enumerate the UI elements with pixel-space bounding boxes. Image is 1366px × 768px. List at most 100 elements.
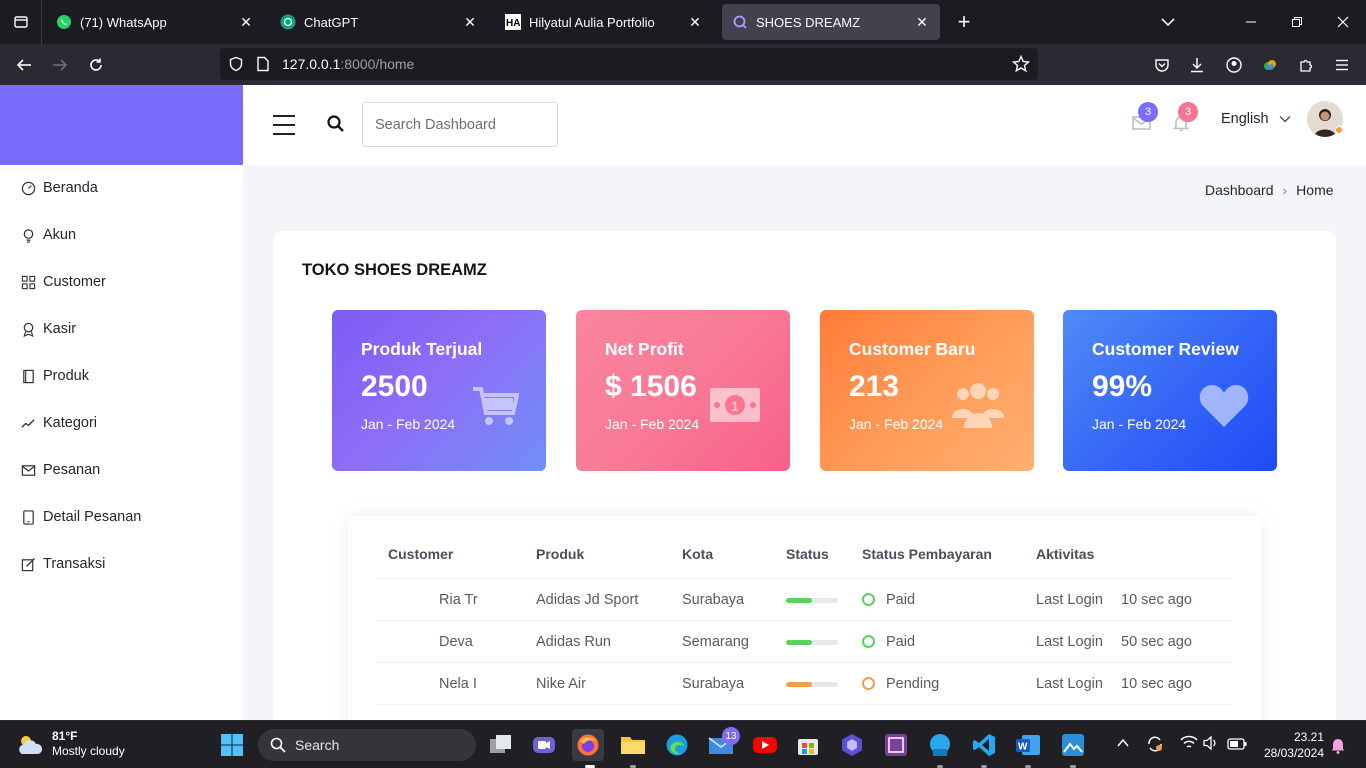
hamburger-menu-icon[interactable] [273, 115, 295, 135]
tab-list-icon [13, 16, 28, 28]
close-window-button[interactable] [1320, 0, 1366, 44]
youtube-app-button[interactable] [749, 729, 781, 761]
system-clock[interactable]: 23.21 28/03/2024 [1258, 729, 1324, 761]
page-title: TOKO SHOES DREAMZ [302, 261, 487, 279]
table-row[interactable]: Ria Tr Adidas Jd Sport Surabaya Paid Las… [376, 578, 1232, 620]
minimize-button[interactable] [1228, 0, 1274, 44]
word-app-button[interactable]: W [1012, 729, 1044, 761]
tab-whatsapp[interactable]: (71) WhatsApp ✕ [46, 4, 264, 40]
app-blue-button[interactable] [924, 729, 956, 761]
downloads-button[interactable] [1182, 50, 1212, 80]
app-purple-button[interactable] [880, 729, 912, 761]
taskbar-search[interactable]: Search [258, 729, 476, 761]
task-view-button[interactable] [485, 729, 517, 761]
table-row-partial[interactable] [376, 704, 1232, 720]
tab-chatgpt[interactable]: ChatGPT ✕ [270, 4, 488, 40]
stat-card-produk-terjual[interactable]: Produk Terjual 2500 Jan - Feb 2024 [332, 310, 546, 471]
extension-logo-icon [1264, 60, 1276, 70]
new-tab-button[interactable]: + [952, 9, 976, 34]
sidebar-item-akun[interactable]: Akun [0, 220, 243, 250]
cell-customer: Nela I [439, 676, 477, 692]
youtube-icon [753, 737, 777, 753]
tab-shoes-dreamz[interactable]: SHOES DREAMZ ✕ [722, 4, 940, 40]
restore-button[interactable] [1274, 0, 1320, 44]
chevron-down-icon [1161, 18, 1175, 27]
cell-activity-time: 50 sec ago [1121, 634, 1192, 650]
cell-activity-time: 10 sec ago [1121, 676, 1192, 692]
back-button[interactable] [9, 50, 39, 80]
extensions-button[interactable] [1291, 50, 1321, 80]
close-tab-icon[interactable]: ✕ [914, 14, 930, 30]
volume-icon[interactable] [1203, 735, 1219, 751]
sidebar-item-pesanan[interactable]: Pesanan [0, 455, 243, 485]
file-explorer-button[interactable] [617, 729, 649, 761]
firefox-app-button[interactable] [572, 729, 604, 761]
sidebar-item-produk[interactable]: Produk [0, 361, 243, 391]
sidebar-item-label: Produk [43, 368, 89, 384]
sidebar-item-beranda[interactable]: Beranda [0, 173, 243, 203]
table-row[interactable]: Nela I Nike Air Surabaya Pending Last Lo… [376, 662, 1232, 704]
column-header-status-pembayaran[interactable]: Status Pembayaran [862, 546, 992, 562]
start-button[interactable] [216, 729, 248, 761]
cart-icon [473, 387, 519, 425]
forward-button[interactable] [45, 50, 75, 80]
column-header-customer[interactable]: Customer [388, 546, 453, 562]
store-app-button[interactable] [792, 729, 824, 761]
sidebar-item-detail-pesanan[interactable]: Detail Pesanan [0, 502, 243, 532]
sidebar-item-label: Pesanan [43, 462, 101, 478]
column-header-status[interactable]: Status [786, 546, 829, 562]
tab-portfolio[interactable]: HA Hilyatul Aulia Portfolio ✕ [495, 4, 713, 40]
url-bar[interactable]: 127.0.0.1:8000/home [220, 48, 1038, 80]
edge-app-button[interactable] [661, 729, 693, 761]
account-button[interactable] [1219, 50, 1249, 80]
reload-button[interactable] [81, 50, 111, 80]
weather-widget[interactable]: 81°F Mostly cloudy [16, 729, 125, 759]
sidebar-item-kategori[interactable]: Kategori [0, 408, 243, 438]
chevron-up-icon[interactable] [1117, 738, 1129, 748]
pocket-button[interactable] [1147, 50, 1177, 80]
url-host: 127.0.0.1 [282, 56, 341, 72]
restore-icon [1292, 17, 1302, 27]
browser-tab-bar: (71) WhatsApp ✕ ChatGPT ✕ HA Hilyatul Au… [0, 0, 1366, 44]
close-tab-icon[interactable]: ✕ [462, 14, 478, 30]
meet-app-button[interactable] [528, 729, 560, 761]
column-header-kota[interactable]: Kota [682, 546, 713, 562]
stat-card-customer-review[interactable]: Customer Review 99% Jan - Feb 2024 [1063, 310, 1277, 471]
tab-list-button[interactable] [0, 0, 42, 44]
breadcrumb-parent[interactable]: Dashboard [1205, 182, 1274, 198]
tablet-icon [20, 509, 36, 525]
extension-colorful-button[interactable] [1255, 50, 1285, 80]
app-picture-button[interactable] [1057, 729, 1089, 761]
search-input[interactable] [362, 102, 558, 147]
stat-title: Net Profit [605, 339, 684, 359]
sidebar-item-kasir[interactable]: Kasir [0, 314, 243, 344]
app-hex-button[interactable] [836, 729, 868, 761]
menu-button[interactable] [1327, 50, 1357, 80]
language-dropdown[interactable]: English [1221, 111, 1291, 127]
bookmark-star-icon[interactable] [1012, 55, 1030, 73]
notification-bell-icon[interactable] [1330, 736, 1346, 754]
close-tab-icon[interactable]: ✕ [238, 14, 254, 30]
status-progress-bar [786, 640, 838, 645]
close-icon [1337, 16, 1349, 28]
sync-icon[interactable] [1146, 735, 1164, 753]
sidebar-item-customer[interactable]: Customer [0, 267, 243, 297]
column-header-aktivitas[interactable]: Aktivitas [1036, 546, 1094, 562]
column-header-produk[interactable]: Produk [536, 546, 584, 562]
list-all-tabs-button[interactable] [1145, 0, 1191, 44]
cell-kota: Surabaya [682, 676, 745, 692]
stat-title: Customer Review [1092, 339, 1239, 359]
sidebar-item-label: Detail Pesanan [43, 509, 142, 525]
wifi-icon[interactable] [1180, 735, 1198, 751]
sidebar-item-transaksi[interactable]: Transaksi [0, 549, 243, 579]
battery-icon[interactable] [1227, 738, 1247, 750]
page-icon [257, 56, 269, 72]
vscode-app-button[interactable] [968, 729, 1000, 761]
stat-card-net-profit[interactable]: Net Profit $ 1506 Jan - Feb 2024 1 [576, 310, 790, 471]
windows-logo-icon [221, 734, 243, 756]
table-row[interactable]: Deva Adidas Run Semarang Paid Last Login… [376, 620, 1232, 662]
hamburger-menu-icon [1336, 59, 1348, 71]
close-tab-icon[interactable]: ✕ [687, 14, 703, 30]
stat-card-customer-baru[interactable]: Customer Baru 213 Jan - Feb 2024 [820, 310, 1034, 471]
search-icon[interactable] [326, 114, 346, 134]
